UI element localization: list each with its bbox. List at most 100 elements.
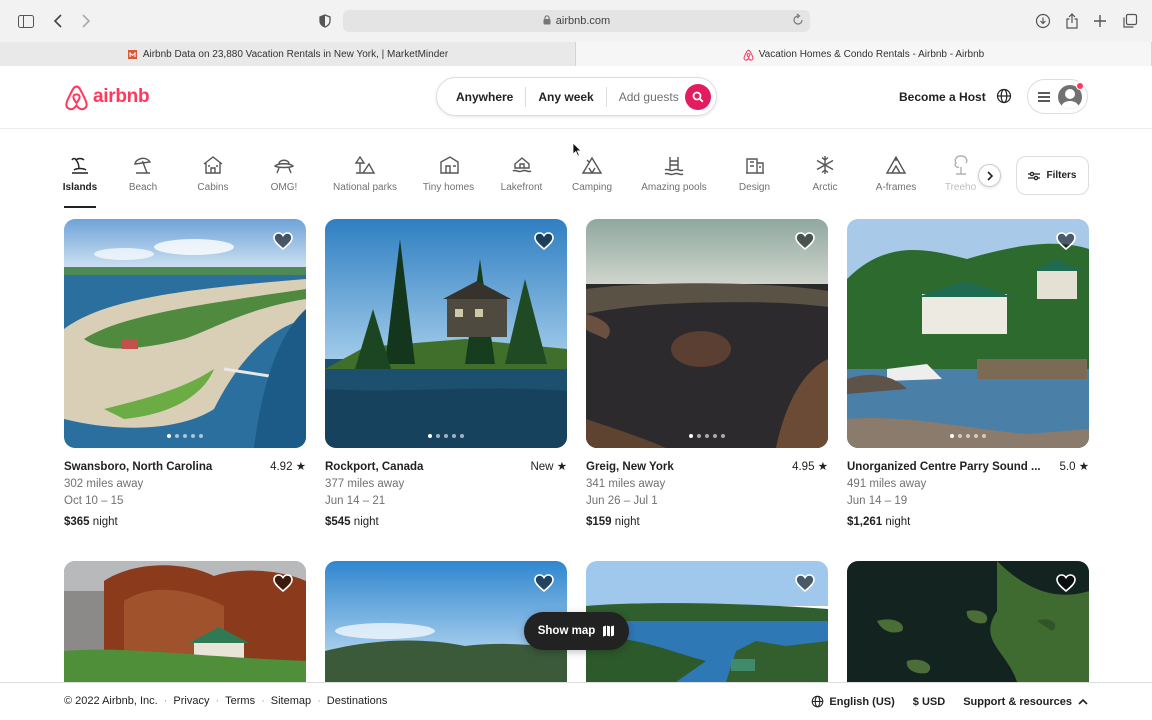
search-add-guests-button[interactable]: Add guests bbox=[607, 90, 691, 104]
listing-distance: 341 miles away bbox=[586, 478, 666, 490]
category-islands[interactable]: Islands bbox=[62, 152, 98, 208]
footer-link-terms[interactable]: Terms bbox=[225, 695, 255, 707]
heart-icon[interactable] bbox=[534, 574, 554, 597]
carousel-dots bbox=[586, 434, 828, 438]
category-amazing-pools[interactable]: Amazing pools bbox=[640, 152, 708, 208]
pool-icon bbox=[664, 157, 684, 176]
heart-icon[interactable] bbox=[795, 232, 815, 255]
category-cabins[interactable]: Cabins bbox=[197, 152, 229, 208]
search-any-week-button[interactable]: Any week bbox=[526, 90, 605, 104]
listing-photo[interactable] bbox=[325, 219, 567, 448]
browser-tab-title: Airbnb Data on 23,880 Vacation Rentals i… bbox=[142, 48, 449, 60]
search-bar[interactable]: Anywhere Any week Add guests bbox=[436, 77, 717, 116]
category-camping[interactable]: Camping bbox=[571, 152, 613, 208]
lock-icon bbox=[543, 14, 551, 28]
category-scroll-next-button[interactable] bbox=[978, 164, 1001, 187]
tab-strip: Airbnb Data on 23,880 Vacation Rentals i… bbox=[0, 42, 1152, 66]
download-icon[interactable] bbox=[1033, 11, 1053, 31]
footer-link-sitemap[interactable]: Sitemap bbox=[271, 695, 311, 707]
reload-icon[interactable] bbox=[792, 13, 804, 30]
footer-link-privacy[interactable]: Privacy bbox=[173, 695, 209, 707]
listing-card[interactable]: Rockport, Canada New ★ 377 miles away Ju… bbox=[325, 219, 567, 531]
heart-icon[interactable] bbox=[273, 232, 293, 255]
listing-info: Rockport, Canada New ★ 377 miles away Ju… bbox=[325, 459, 567, 531]
category-label: Islands bbox=[62, 182, 98, 193]
shield-icon[interactable] bbox=[315, 11, 335, 31]
filters-button[interactable]: Filters bbox=[1016, 156, 1089, 195]
support-resources-button[interactable]: Support & resources bbox=[963, 696, 1088, 708]
category-lakefront[interactable]: Lakefront bbox=[499, 152, 544, 208]
category-arctic[interactable]: Arctic bbox=[811, 152, 839, 208]
listing-location: Swansboro, North Carolina bbox=[64, 461, 213, 473]
listing-photo[interactable] bbox=[64, 561, 306, 682]
search-anywhere-button[interactable]: Anywhere bbox=[437, 90, 525, 104]
category-label: A-frames bbox=[875, 182, 917, 193]
new-tab-icon[interactable] bbox=[1090, 11, 1110, 31]
language-button[interactable]: English (US) bbox=[811, 695, 895, 708]
listing-photo[interactable] bbox=[847, 219, 1089, 448]
category-omg[interactable]: OMG! bbox=[270, 152, 298, 208]
tab-overview-icon[interactable] bbox=[1120, 11, 1140, 31]
user-menu-button[interactable] bbox=[1027, 79, 1088, 114]
listing-photo[interactable] bbox=[586, 219, 828, 448]
listing-card[interactable] bbox=[64, 561, 306, 682]
share-icon[interactable] bbox=[1062, 11, 1082, 31]
forward-icon[interactable] bbox=[76, 11, 96, 31]
become-host-link[interactable]: Become a Host bbox=[899, 90, 986, 104]
address-bar[interactable]: airbnb.com bbox=[343, 10, 810, 32]
category-label: Treeho bbox=[944, 182, 977, 193]
listing-card[interactable]: Swansboro, North Carolina 4.92 ★ 302 mil… bbox=[64, 219, 306, 531]
sidebar-toggle-icon[interactable] bbox=[16, 11, 36, 31]
back-icon[interactable] bbox=[48, 11, 68, 31]
listing-price: $159 night bbox=[586, 514, 828, 531]
heart-icon[interactable] bbox=[534, 232, 554, 255]
browser-tab-airbnb[interactable]: Vacation Homes & Condo Rentals - Airbnb … bbox=[576, 42, 1152, 66]
category-label: OMG! bbox=[270, 182, 298, 193]
category-design[interactable]: Design bbox=[738, 152, 771, 208]
globe-icon[interactable] bbox=[996, 88, 1012, 109]
chevron-up-icon bbox=[1078, 698, 1088, 705]
footer-separator: · bbox=[317, 695, 321, 707]
heart-icon[interactable] bbox=[273, 574, 293, 597]
category-treehouses[interactable]: Treeho bbox=[944, 152, 977, 208]
tiny-home-icon bbox=[439, 156, 459, 174]
search-button[interactable] bbox=[685, 84, 711, 110]
browser-tab-marketminder[interactable]: Airbnb Data on 23,880 Vacation Rentals i… bbox=[0, 42, 576, 66]
browser-tab-title: Vacation Homes & Condo Rentals - Airbnb … bbox=[758, 48, 985, 60]
design-building-icon bbox=[745, 158, 764, 174]
listing-card[interactable]: Unorganized Centre Parry Sound ... 5.0 ★… bbox=[847, 219, 1089, 531]
footer: © 2022 Airbnb, Inc. · Privacy · Terms · … bbox=[0, 682, 1152, 720]
listing-dates: Oct 10 – 15 bbox=[64, 495, 124, 507]
category-national-parks[interactable]: National parks bbox=[332, 152, 398, 208]
show-map-button[interactable]: Show map bbox=[524, 612, 629, 650]
airbnb-logo[interactable]: airbnb bbox=[64, 83, 150, 111]
category-tiny-homes[interactable]: Tiny homes bbox=[423, 152, 474, 208]
listing-photo-image bbox=[847, 219, 1089, 448]
listing-distance: 491 miles away bbox=[847, 478, 927, 490]
footer-link-destinations[interactable]: Destinations bbox=[327, 695, 388, 707]
listing-card[interactable]: Greig, New York 4.95 ★ 341 miles away Ju… bbox=[586, 219, 828, 531]
currency-button[interactable]: $ USD bbox=[913, 696, 945, 708]
heart-icon[interactable] bbox=[795, 574, 815, 597]
category-beach[interactable]: Beach bbox=[126, 152, 160, 208]
listing-photo[interactable] bbox=[64, 219, 306, 448]
treehouse-icon bbox=[954, 155, 967, 175]
listing-price: $365 night bbox=[64, 514, 306, 531]
listing-card[interactable] bbox=[847, 561, 1089, 682]
listing-dates: Jun 14 – 21 bbox=[325, 495, 386, 507]
star-icon: ★ bbox=[556, 461, 567, 473]
carousel-dots bbox=[847, 434, 1089, 438]
category-a-frames[interactable]: A-frames bbox=[874, 152, 918, 208]
heart-icon[interactable] bbox=[1056, 232, 1076, 255]
heart-icon[interactable] bbox=[1056, 574, 1076, 597]
a-frame-icon bbox=[885, 155, 907, 174]
listing-dates: Jun 14 – 19 bbox=[847, 495, 908, 507]
footer-settings: English (US) $ USD Support & resources bbox=[811, 695, 1088, 708]
listing-rating: 5.0 ★ bbox=[1059, 459, 1089, 476]
listing-photo[interactable] bbox=[847, 561, 1089, 682]
category-label: Design bbox=[738, 182, 771, 193]
url-text: airbnb.com bbox=[555, 15, 611, 27]
filters-icon bbox=[1028, 171, 1041, 180]
browser-toolbar: airbnb.com bbox=[0, 0, 1152, 42]
listing-photo-image bbox=[64, 561, 306, 682]
